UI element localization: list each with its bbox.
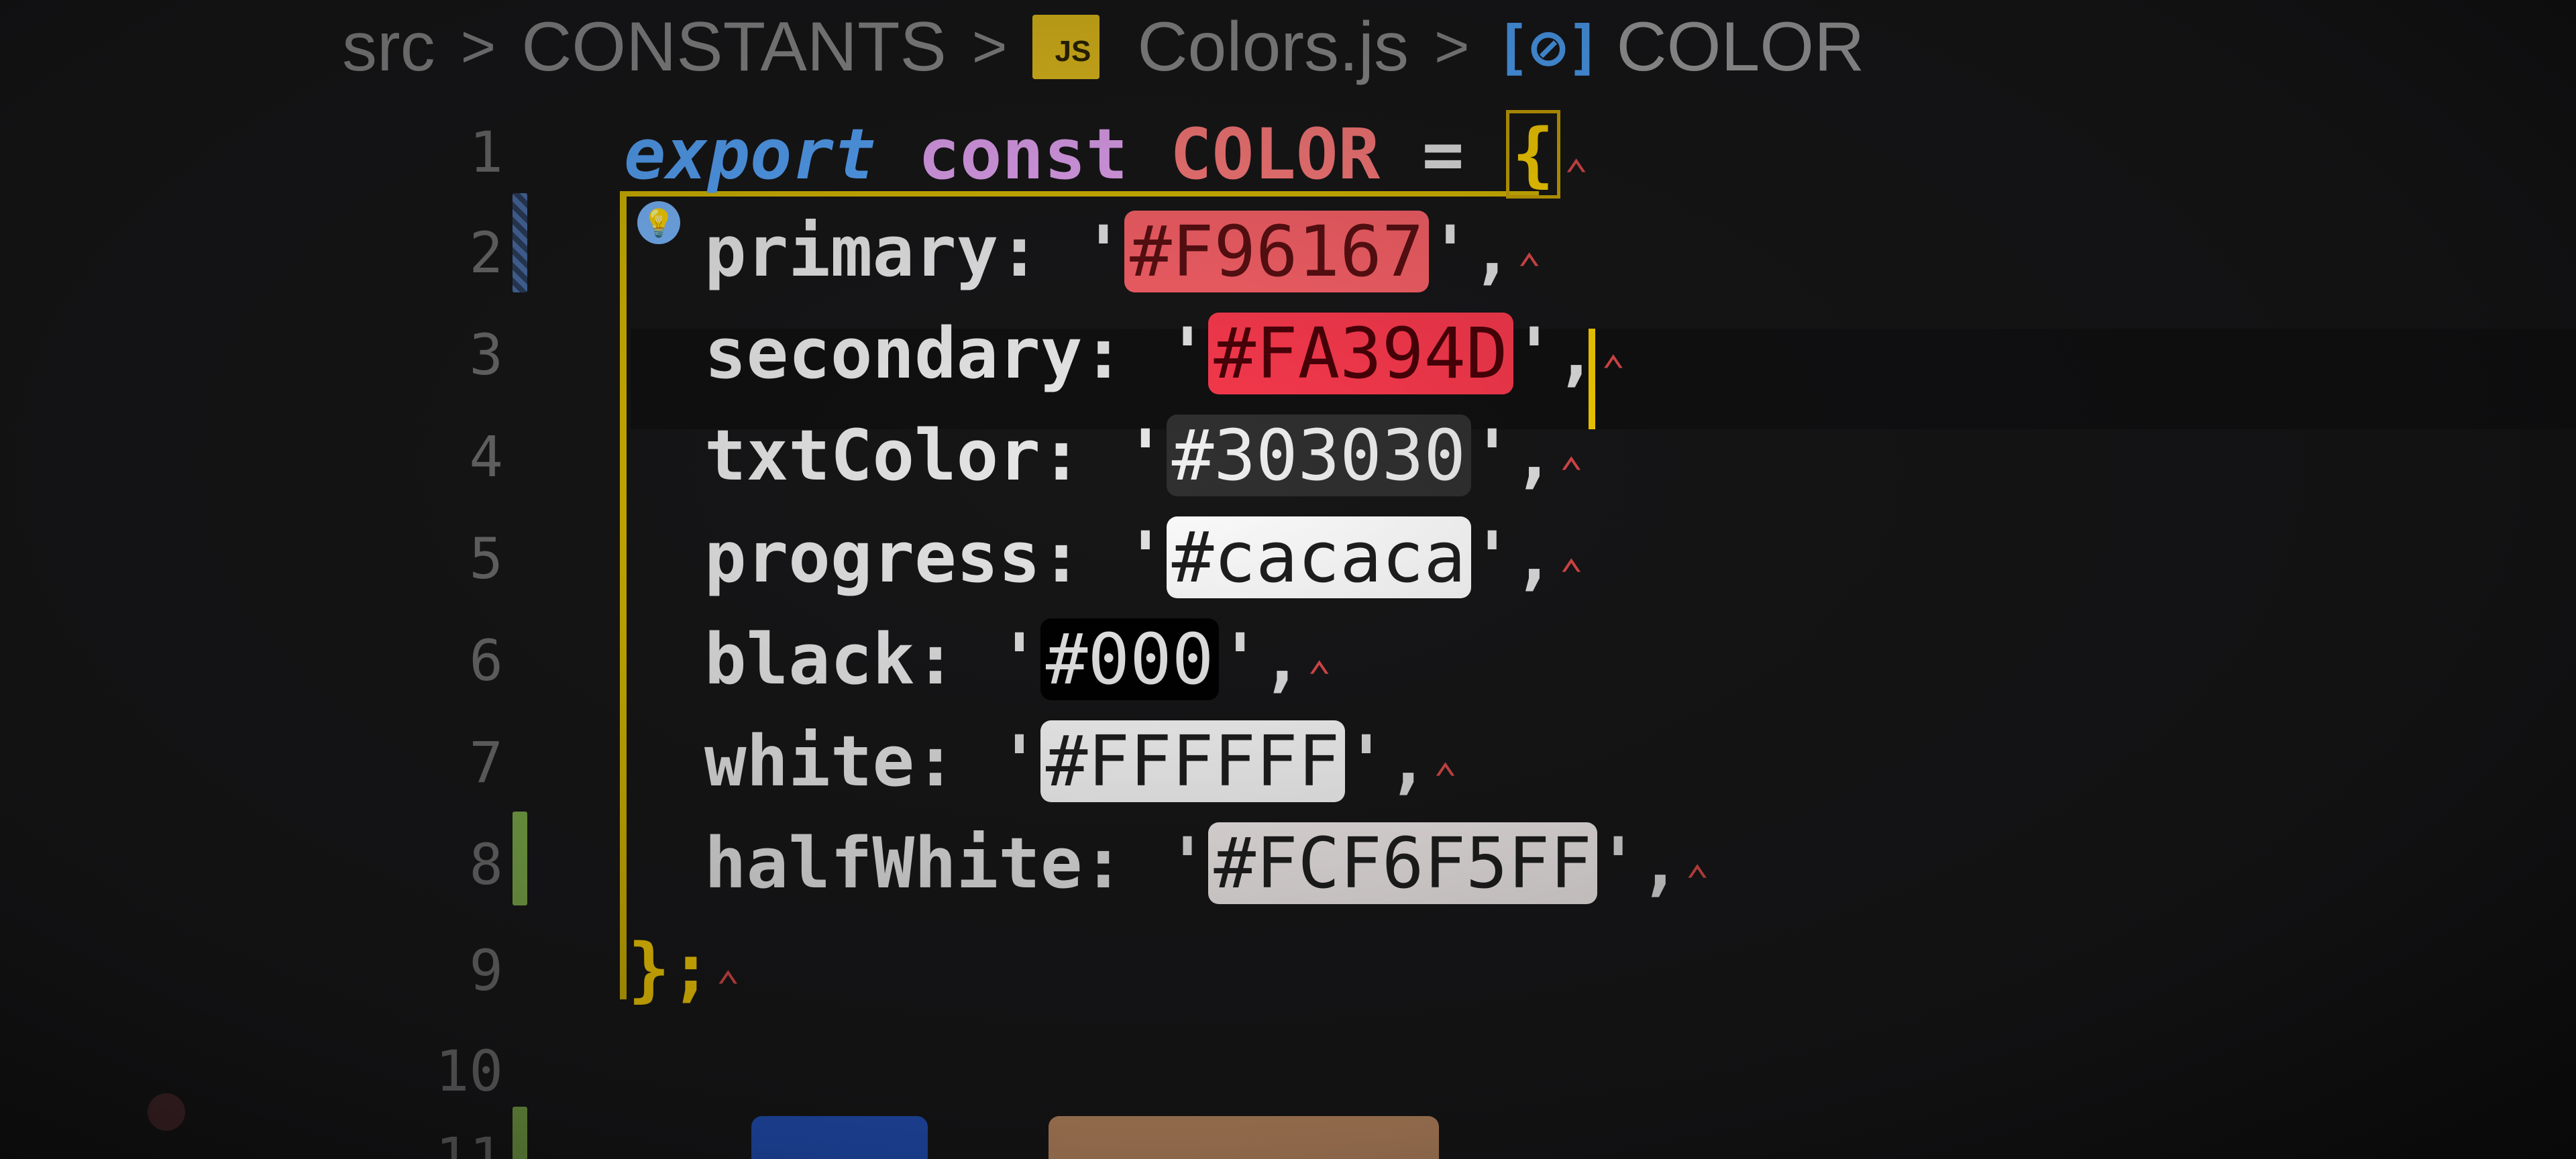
- line-code: halfWhite: '#FCF6F5FF', ⌃: [704, 822, 1710, 904]
- line-code: black: '#000', ⌃: [704, 618, 1332, 700]
- color-swatch: [1048, 1116, 1440, 1159]
- color-value-swatch[interactable]: #cacaca: [1166, 516, 1472, 598]
- property-key: halfWhite: [704, 822, 1083, 904]
- line-code: [624, 1116, 1440, 1159]
- line-number: 11: [435, 1125, 503, 1159]
- error-squiggle: ⌃: [716, 963, 741, 1010]
- property-key: secondary: [704, 313, 1083, 394]
- color-value-swatch[interactable]: #000: [1040, 618, 1220, 700]
- code-line[interactable]: 3 secondary: '#FA394D', ⌃: [0, 303, 2576, 405]
- color-value-swatch[interactable]: #F96167: [1124, 211, 1430, 292]
- property-key: black: [704, 618, 915, 700]
- closing-brace: };: [628, 928, 712, 1010]
- code-line[interactable]: 7 white: '#FFFFFF', ⌃: [0, 711, 2576, 813]
- code-line[interactable]: 11: [0, 1107, 2576, 1159]
- error-squiggle: ⌃: [1601, 347, 1626, 394]
- assign-operator: =: [1421, 113, 1464, 195]
- error-squiggle: ⌃: [1559, 449, 1584, 496]
- line-code: }; ⌃: [628, 928, 740, 1010]
- color-value-swatch[interactable]: #FA394D: [1208, 313, 1513, 394]
- color-value-swatch[interactable]: #FCF6F5FF: [1208, 822, 1597, 904]
- property-key: white: [704, 720, 915, 802]
- code-line[interactable]: 2 primary: '#F96167', ⌃: [0, 201, 2576, 303]
- line-number: 1: [469, 119, 503, 185]
- line-number: 5: [469, 526, 503, 592]
- line-code: white: '#FFFFFF', ⌃: [704, 720, 1458, 802]
- code-editor[interactable]: 1 export const COLOR = {⌃ 💡 2 primary: '#…: [0, 0, 2576, 1159]
- line-code: txtColor: '#303030', ⌃: [704, 415, 1584, 496]
- line-code: primary: '#F96167', ⌃: [704, 211, 1542, 292]
- code-line[interactable]: 8 halfWhite: '#FCF6F5FF', ⌃: [0, 813, 2576, 915]
- error-squiggle: ⌃: [1433, 755, 1458, 802]
- code-line[interactable]: 4 txtColor: '#303030', ⌃: [0, 405, 2576, 507]
- error-squiggle: ⌃: [1559, 551, 1584, 598]
- keyword-export: export: [624, 113, 876, 195]
- color-value-swatch[interactable]: #303030: [1166, 415, 1472, 496]
- color-swatch: [751, 1116, 928, 1159]
- code-line[interactable]: 6 black: '#000', ⌃: [0, 609, 2576, 711]
- line-code: progress: '#cacaca', ⌃: [704, 516, 1584, 598]
- open-brace: {: [1505, 110, 1560, 199]
- property-key: primary: [704, 211, 999, 292]
- error-squiggle: ⌃: [1517, 245, 1542, 292]
- property-key: progress: [704, 516, 1040, 598]
- text-cursor: [1589, 329, 1595, 429]
- error-squiggle: ⌃: [1564, 152, 1589, 199]
- line-number: 8: [469, 832, 503, 897]
- line-number: 7: [469, 730, 503, 795]
- code-line[interactable]: 9 }; ⌃: [0, 919, 2576, 1021]
- color-value-swatch[interactable]: #FFFFFF: [1040, 720, 1346, 802]
- identifier: COLOR: [1170, 113, 1381, 195]
- breakpoint-hint[interactable]: [148, 1093, 185, 1131]
- line-code: export const COLOR = {⌃: [624, 110, 1589, 199]
- line-code: secondary: '#FA394D', ⌃: [704, 313, 1626, 394]
- code-line[interactable]: 5 progress: '#cacaca', ⌃: [0, 507, 2576, 609]
- line-number: 10: [435, 1038, 503, 1104]
- error-squiggle: ⌃: [1307, 653, 1332, 700]
- code-line[interactable]: 1 export const COLOR = {⌃: [0, 101, 2576, 203]
- property-key: txtColor: [704, 415, 1040, 496]
- line-number: 4: [469, 424, 503, 490]
- line-number: 3: [469, 322, 503, 388]
- keyword-const: const: [918, 113, 1128, 195]
- error-squiggle: ⌃: [1685, 857, 1710, 904]
- line-number: 9: [469, 938, 503, 1003]
- line-number: 6: [469, 628, 503, 694]
- line-number: 2: [469, 220, 503, 286]
